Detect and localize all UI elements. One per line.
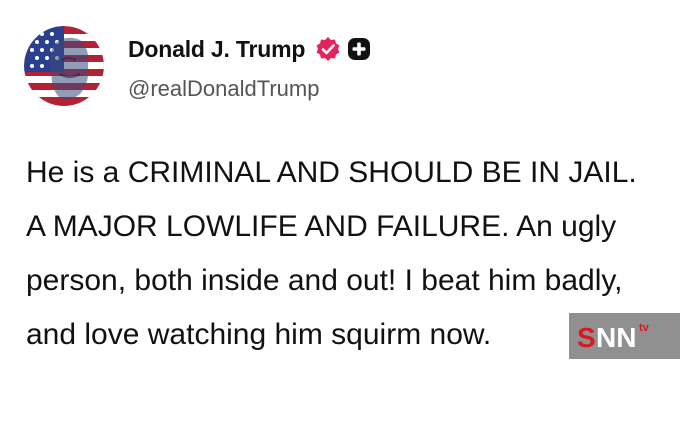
author-display-name[interactable]: Donald J. Trump: [128, 36, 305, 63]
flag-portrait-avatar[interactable]: [24, 26, 104, 106]
post-card: Donald J. Trump @realDonaldTrump He is a…: [0, 0, 680, 426]
author-handle[interactable]: @realDonaldTrump: [128, 76, 319, 102]
snn-logo-icon: S NN tv: [577, 322, 650, 353]
watermark-nn-letters: NN: [596, 322, 636, 353]
watermark-tv-text: tv: [639, 322, 650, 334]
watermark-s-letter: S: [577, 322, 596, 353]
post-body-text: He is a CRIMINAL AND SHOULD BE IN JAIL. …: [26, 156, 637, 351]
snn-tv-watermark: S NN tv: [569, 313, 680, 359]
author-name-row: Donald J. Trump: [128, 32, 371, 66]
verified-badge-icon: [315, 36, 341, 62]
plus-badge-icon: [347, 37, 371, 61]
